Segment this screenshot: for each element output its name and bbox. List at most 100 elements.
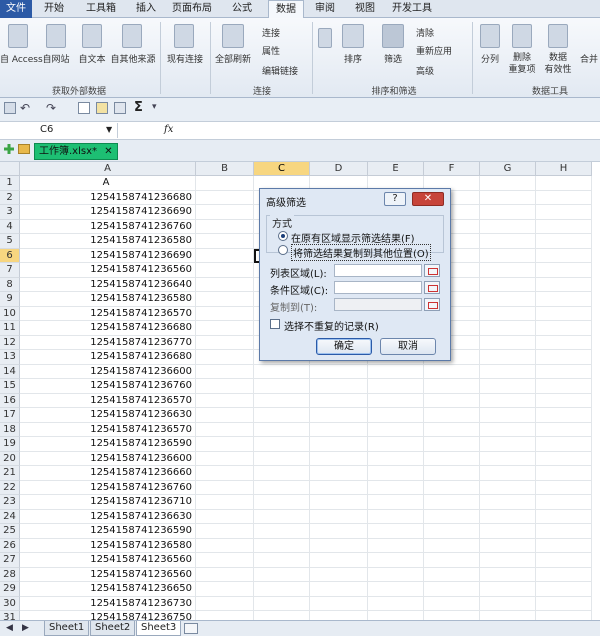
table-cell[interactable]: [310, 582, 368, 597]
ribbon-tab[interactable]: 插入: [128, 0, 164, 18]
table-cell[interactable]: 1254158741236600: [20, 364, 196, 379]
row-header[interactable]: 14: [0, 364, 20, 379]
chevron-down-icon[interactable]: ▼: [106, 125, 112, 134]
formula-input[interactable]: [180, 123, 600, 138]
table-cell[interactable]: [310, 495, 368, 510]
table-cell[interactable]: [480, 292, 536, 307]
range-picker-icon[interactable]: [424, 298, 440, 311]
range-picker-icon[interactable]: [424, 281, 440, 294]
table-cell[interactable]: 1254158741236560: [20, 553, 196, 568]
table-cell[interactable]: 1254158741236640: [20, 277, 196, 292]
table-cell[interactable]: 1254158741236570: [20, 422, 196, 437]
autosum-icon[interactable]: Σ: [134, 100, 143, 115]
table-cell[interactable]: [368, 611, 424, 620]
table-cell[interactable]: [196, 524, 254, 539]
table-cell[interactable]: [368, 538, 424, 553]
table-cell[interactable]: [196, 422, 254, 437]
ribbon-tab[interactable]: 工具箱: [78, 0, 124, 18]
row-header[interactable]: 10: [0, 306, 20, 321]
table-cell[interactable]: [480, 176, 536, 191]
column-header[interactable]: E: [368, 162, 424, 176]
table-cell[interactable]: [536, 495, 592, 510]
table-cell[interactable]: [480, 553, 536, 568]
name-box[interactable]: C6 ▼: [0, 123, 118, 138]
table-cell[interactable]: 1254158741236680: [20, 190, 196, 205]
table-cell[interactable]: [480, 596, 536, 611]
table-cell[interactable]: [536, 553, 592, 568]
table-cell[interactable]: [310, 611, 368, 620]
column-header[interactable]: A: [20, 162, 196, 176]
row-header[interactable]: 29: [0, 582, 20, 597]
workbook-tab[interactable]: 工作簿.xlsx* ✕: [34, 143, 118, 160]
table-cell[interactable]: [480, 248, 536, 263]
table-cell[interactable]: [196, 538, 254, 553]
row-header[interactable]: 28: [0, 567, 20, 582]
table-cell[interactable]: [424, 379, 480, 394]
ribbon-tab[interactable]: 数据: [268, 0, 304, 19]
column-header[interactable]: F: [424, 162, 480, 176]
table-cell[interactable]: [310, 408, 368, 423]
ribbon-tab[interactable]: 视图: [348, 0, 382, 18]
table-cell[interactable]: 1254158741236570: [20, 306, 196, 321]
table-cell[interactable]: [196, 263, 254, 278]
column-header[interactable]: B: [196, 162, 254, 176]
sheet-nav-prev-icon[interactable]: ◀: [6, 623, 13, 633]
table-cell[interactable]: 1254158741236600: [20, 451, 196, 466]
table-cell[interactable]: [424, 509, 480, 524]
sheet-tab[interactable]: Sheet3: [136, 621, 182, 636]
table-cell[interactable]: [424, 524, 480, 539]
table-cell[interactable]: [536, 321, 592, 336]
table-cell[interactable]: [536, 393, 592, 408]
new-file-icon[interactable]: [78, 102, 90, 114]
table-cell[interactable]: [368, 451, 424, 466]
table-cell[interactable]: [536, 611, 592, 620]
table-cell[interactable]: [368, 596, 424, 611]
table-cell[interactable]: [196, 335, 254, 350]
column-header[interactable]: C: [254, 162, 310, 176]
table-cell[interactable]: [196, 582, 254, 597]
table-cell[interactable]: 1254158741236770: [20, 335, 196, 350]
table-cell[interactable]: [480, 306, 536, 321]
table-cell[interactable]: [196, 176, 254, 191]
data-validation-button[interactable]: 数据 有效性: [540, 52, 576, 76]
table-cell[interactable]: 1254158741236580: [20, 292, 196, 307]
table-cell[interactable]: [480, 263, 536, 278]
row-header[interactable]: 2: [0, 190, 20, 205]
row-header[interactable]: 21: [0, 466, 20, 481]
table-cell[interactable]: [480, 393, 536, 408]
insert-function-icon[interactable]: fx: [164, 124, 173, 135]
table-cell[interactable]: [196, 509, 254, 524]
table-cell[interactable]: [310, 393, 368, 408]
table-cell[interactable]: [536, 567, 592, 582]
table-cell[interactable]: [368, 379, 424, 394]
cancel-button[interactable]: 取消: [380, 338, 436, 355]
table-cell[interactable]: [254, 379, 310, 394]
table-cell[interactable]: [424, 437, 480, 452]
row-header[interactable]: 4: [0, 219, 20, 234]
table-cell[interactable]: [536, 451, 592, 466]
table-cell[interactable]: [424, 466, 480, 481]
table-cell[interactable]: [254, 437, 310, 452]
table-cell[interactable]: [424, 451, 480, 466]
table-cell[interactable]: 1254158741236760: [20, 379, 196, 394]
table-cell[interactable]: [368, 408, 424, 423]
table-cell[interactable]: [254, 495, 310, 510]
from-web-button[interactable]: 自网站: [38, 52, 74, 65]
folder-icon[interactable]: [18, 144, 30, 154]
table-cell[interactable]: [254, 596, 310, 611]
table-cell[interactable]: [196, 292, 254, 307]
table-cell[interactable]: [424, 567, 480, 582]
column-header[interactable]: G: [480, 162, 536, 176]
new-workbook-icon[interactable]: [4, 144, 14, 154]
table-cell[interactable]: [254, 553, 310, 568]
table-cell[interactable]: [310, 553, 368, 568]
consolidate-button[interactable]: 合并: [578, 52, 600, 65]
table-cell[interactable]: [480, 422, 536, 437]
table-cell[interactable]: [310, 379, 368, 394]
row-header[interactable]: 18: [0, 422, 20, 437]
from-other-button[interactable]: 自其他来源: [108, 52, 158, 65]
table-cell[interactable]: [254, 451, 310, 466]
table-cell[interactable]: [196, 277, 254, 292]
sheet-nav-next-icon[interactable]: ▶: [22, 623, 29, 633]
row-header[interactable]: 27: [0, 553, 20, 568]
